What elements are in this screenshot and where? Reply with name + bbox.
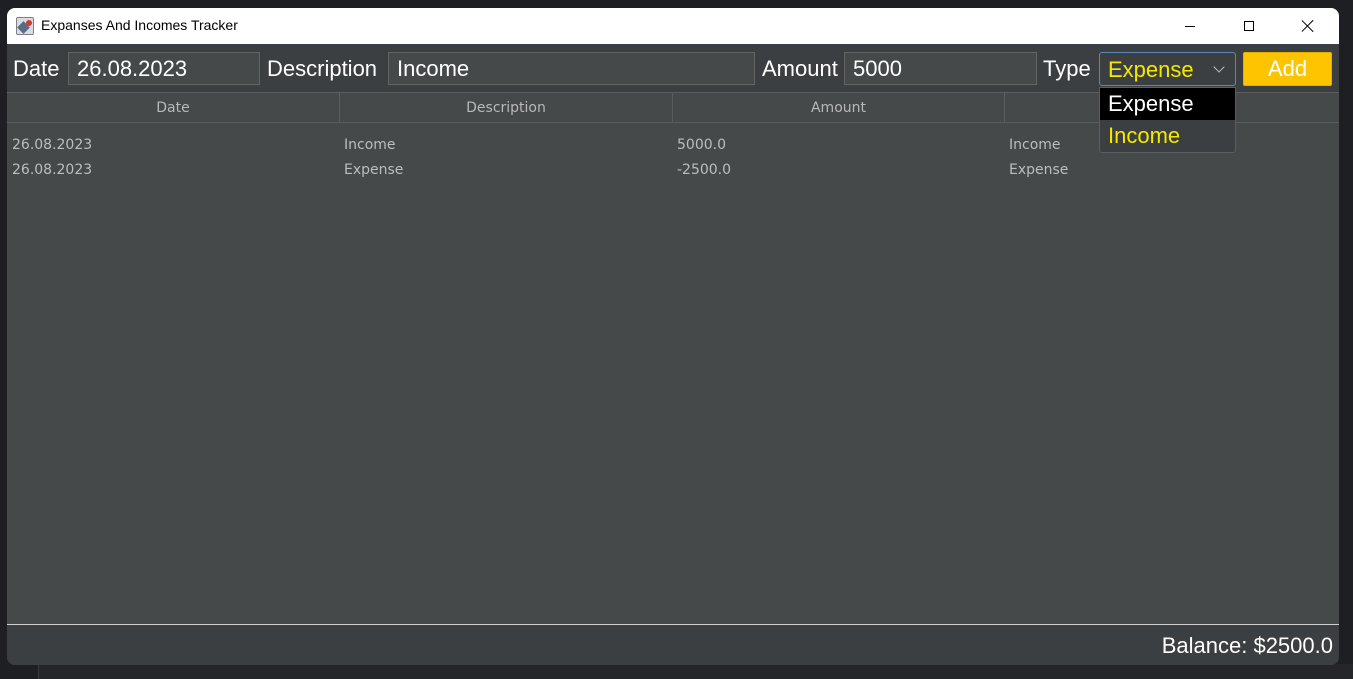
add-button[interactable]: Add (1243, 52, 1332, 86)
column-header-date[interactable]: Date (7, 93, 340, 123)
maximize-button[interactable] (1220, 8, 1278, 44)
minimize-icon (1185, 25, 1195, 27)
close-button[interactable] (1279, 8, 1337, 44)
type-label: Type (1043, 56, 1091, 81)
close-icon (1301, 19, 1315, 33)
desktop-background (38, 664, 1353, 679)
type-option-expense[interactable]: Expense (1100, 88, 1235, 120)
amount-field[interactable]: 5000 (844, 52, 1037, 85)
window-title: Expanses And Incomes Tracker (41, 17, 238, 33)
description-label: Description (267, 56, 378, 81)
date-field[interactable]: 26.08.2023 (68, 52, 260, 85)
balance-label: Balance: $2500.0 (1161, 633, 1333, 658)
cell-type: Expense (1009, 162, 1069, 178)
minimize-button[interactable] (1161, 8, 1219, 44)
cell-type: Income (1009, 137, 1061, 153)
cell-date: 26.08.2023 (12, 137, 93, 153)
cell-description: Income (344, 137, 396, 153)
type-option-income[interactable]: Income (1100, 120, 1235, 152)
cell-date: 26.08.2023 (12, 162, 93, 178)
title-bar[interactable]: Expanses And Incomes Tracker (7, 8, 1339, 44)
entry-form: Date 26.08.2023 Description Income Amoun… (7, 44, 1339, 92)
maximize-icon (1244, 21, 1254, 31)
column-header-description[interactable]: Description (340, 93, 673, 123)
type-dropdown-list: Expense Income (1099, 87, 1236, 153)
description-field[interactable]: Income (388, 52, 755, 85)
type-selected-value: Expense (1108, 57, 1194, 82)
column-header-amount[interactable]: Amount (673, 93, 1005, 123)
cell-description: Expense (344, 162, 404, 178)
type-select[interactable]: Expense (1099, 52, 1236, 86)
chevron-down-icon[interactable] (1213, 61, 1225, 73)
amount-label: Amount (762, 56, 838, 81)
table-row[interactable]: 26.08.2023 Expense -2500.0 Expense (7, 158, 1339, 183)
cell-amount: 5000.0 (677, 137, 726, 153)
date-label: Date (13, 56, 60, 81)
cell-amount: -2500.0 (677, 162, 732, 178)
footer-bar: Balance: $2500.0 (7, 625, 1339, 665)
transactions-table: Date Description Amount 26.08.2023 Incom… (7, 92, 1339, 624)
java-app-icon (16, 17, 34, 35)
